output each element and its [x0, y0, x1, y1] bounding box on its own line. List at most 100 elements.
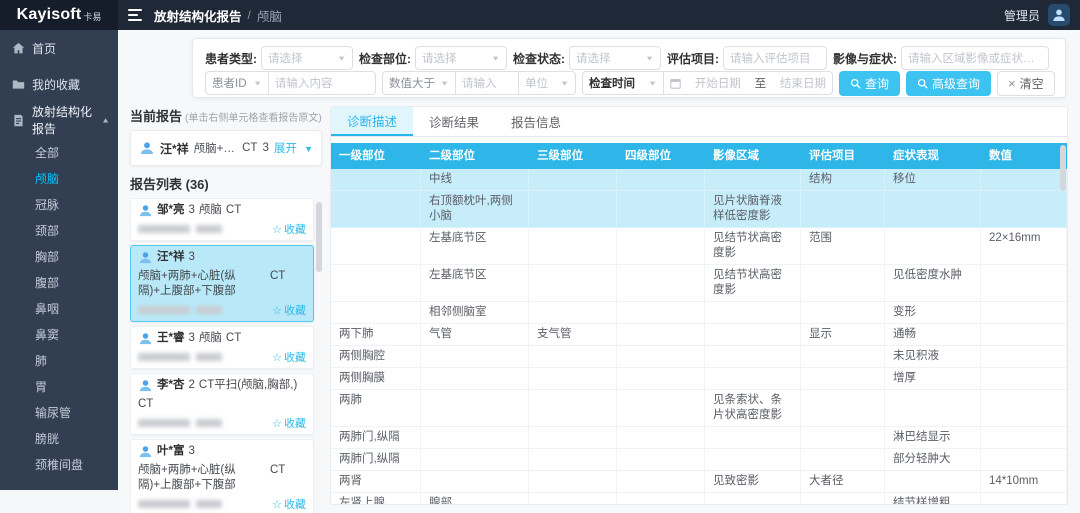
patient-avatar-icon — [138, 250, 153, 265]
table-cell — [801, 427, 885, 448]
sidebar-subitem[interactable]: 胸部 — [0, 244, 118, 270]
report-list-item[interactable]: 邹*亮3颅脑CT☆收藏 — [130, 198, 314, 241]
favorite-button[interactable]: ☆收藏 — [272, 302, 306, 318]
table-row[interactable]: 两肾见致密影大者径14*10mm — [331, 471, 1067, 493]
date-range-picker[interactable]: 开始日期 至 结束日期 — [664, 75, 832, 91]
report-list-item[interactable]: 李*杏2CT平扫(颅脑,胸部,)CT☆收藏 — [130, 373, 314, 435]
table-cell — [705, 368, 801, 389]
sidebar-subitem[interactable]: 肺 — [0, 348, 118, 374]
sidebar-item-home[interactable]: 首页 — [0, 30, 118, 66]
patient-content-input[interactable]: 请输入内容 — [269, 75, 375, 91]
table-row[interactable]: 两肺见条索状、条片状高密度影 — [331, 390, 1067, 427]
table-row[interactable]: 两侧胸腔未见积液 — [331, 346, 1067, 368]
sidebar-subitem[interactable]: 输尿管 — [0, 400, 118, 426]
sidebar-subitem[interactable]: 颈部 — [0, 218, 118, 244]
table-cell: 见结节状高密度影 — [705, 228, 801, 264]
table-row[interactable]: 左基底节区见结节状高密度影范围22×16mm — [331, 228, 1067, 265]
numeric-compare-select[interactable]: 数值大于 ▼ — [383, 72, 455, 94]
filter-select[interactable]: 请选择▼ — [569, 46, 661, 70]
folder-icon — [12, 78, 25, 91]
diagnosis-table: 一级部位二级部位三级部位四级部位影像区域评估项目症状表现数值 中线结构移位右顶额… — [331, 143, 1067, 504]
breadcrumb-separator: / — [248, 8, 251, 22]
exam-parts: 颅脑 — [199, 331, 222, 346]
table-body: 中线结构移位右顶额枕叶,两侧小脑见片状脑脊液样低密度影左基底节区见结节状高密度影… — [331, 169, 1067, 505]
search-button[interactable]: 查询 — [839, 71, 900, 96]
redacted-text — [196, 306, 222, 314]
table-cell: 两下肺 — [331, 324, 421, 345]
chevron-down-icon: ▼ — [337, 54, 346, 62]
table-row[interactable]: 两肺门,纵隔淋巴结显示 — [331, 427, 1067, 449]
sidebar-item-structured-reports[interactable]: 放射结构化报告 ▲ — [0, 102, 118, 138]
unit-select[interactable]: 单位 ▼ — [519, 72, 575, 94]
numeric-value-input[interactable]: 请输入 — [456, 75, 518, 91]
sidebar-subitem[interactable]: 颈椎间盘 — [0, 452, 118, 478]
menu-fold-icon[interactable] — [128, 9, 142, 21]
tab-item[interactable]: 报告信息 — [495, 107, 577, 136]
table-row[interactable]: 两下肺气管支气管显示通畅 — [331, 324, 1067, 346]
table-cell — [885, 390, 981, 426]
table-cell — [981, 191, 1067, 227]
current-report-card[interactable]: 汪*祥 颅脑+两肺+心... CT 3 展开 ▼ — [130, 130, 322, 166]
table-cell — [331, 302, 421, 323]
sidebar-subitem[interactable]: 胃 — [0, 374, 118, 400]
report-list-item[interactable]: 叶*富3颅脑+两肺+心脏(纵隔)+上腹部+下腹部CT ☆收藏 — [130, 439, 314, 513]
table-cell — [981, 324, 1067, 345]
numeric-filter-group: 数值大于 ▼ 请输入 单位 ▼ — [382, 71, 576, 95]
table-cell: 相邻侧脑室 — [421, 302, 529, 323]
favorite-button[interactable]: ☆收藏 — [272, 349, 306, 365]
report-list-title: 报告列表 (36) — [130, 174, 322, 193]
table-row[interactable]: 中线结构移位 — [331, 169, 1067, 191]
sidebar-subitem[interactable]: 膀胱 — [0, 426, 118, 452]
select-placeholder: 请选择 — [268, 50, 303, 66]
sidebar-item-favorites[interactable]: 我的收藏 — [0, 66, 118, 102]
report-item-summary: 叶*富3颅脑+两肺+心脏(纵隔)+上腹部+下腹部CT — [138, 444, 306, 493]
table-row[interactable]: 左肾上腺腺部结节样增粗 — [331, 493, 1067, 505]
scrollbar-thumb[interactable] — [1060, 145, 1066, 191]
table-row[interactable]: 左基底节区见结节状高密度影见低密度水肿 — [331, 265, 1067, 302]
filter-input[interactable]: 请输入区域影像或症状表现 — [901, 46, 1049, 70]
table-cell — [801, 191, 885, 227]
clear-button[interactable]: × 清空 — [997, 71, 1055, 96]
favorite-button[interactable]: ☆收藏 — [272, 415, 306, 431]
exam-time-group: 检查时间 ▼ 开始日期 至 结束日期 — [582, 71, 833, 95]
sidebar-subitem[interactable]: 颅脑 — [0, 166, 118, 192]
table-row[interactable]: 两肺门,纵隔部分轻肿大 — [331, 449, 1067, 471]
report-list-item[interactable]: 王*睿3颅脑CT☆收藏 — [130, 326, 314, 369]
chevron-down-icon: ▼ — [491, 54, 500, 62]
user-avatar[interactable] — [1048, 4, 1070, 26]
sidebar-subitem[interactable]: 冠脉 — [0, 192, 118, 218]
filter-select[interactable]: 请选择 ▼ — [261, 46, 353, 70]
table-cell — [801, 346, 885, 367]
filter-input[interactable]: 请输入评估项目 — [723, 46, 827, 70]
expand-button[interactable]: 展开 ▼ — [274, 140, 313, 156]
favorite-button[interactable]: ☆收藏 — [272, 221, 306, 237]
table-cell — [421, 390, 529, 426]
patient-id-select[interactable]: 患者ID ▼ — [206, 72, 268, 94]
sidebar-submenu: 全部颅脑冠脉颈部胸部腹部鼻咽鼻窦肺胃输尿管膀胱颈椎间盘 — [0, 138, 118, 482]
exam-time-select[interactable]: 检查时间 ▼ — [583, 72, 663, 94]
favorite-button[interactable]: ☆收藏 — [272, 496, 306, 512]
table-header-row: 一级部位二级部位三级部位四级部位影像区域评估项目症状表现数值 — [331, 143, 1067, 169]
input-placeholder: 请输入评估项目 — [730, 50, 811, 66]
table-row[interactable]: 右顶额枕叶,两侧小脑见片状脑脊液样低密度影 — [331, 191, 1067, 228]
table-cell: 见片状脑脊液样低密度影 — [705, 191, 801, 227]
table-cell: 两侧胸腔 — [331, 346, 421, 367]
table-cell — [617, 346, 705, 367]
sidebar-subitem[interactable]: 鼻窦 — [0, 322, 118, 348]
sidebar-subitem[interactable]: 鼻咽 — [0, 296, 118, 322]
tab-item[interactable]: 诊断结果 — [413, 107, 495, 136]
table-row[interactable]: 两侧胸膜增厚 — [331, 368, 1067, 390]
tab-active[interactable]: 诊断描述 — [331, 107, 413, 136]
table-cell: 通畅 — [885, 324, 981, 345]
report-count: 3 — [188, 203, 194, 218]
advanced-search-button[interactable]: 高级查询 — [906, 71, 991, 96]
report-count: 3 — [188, 331, 194, 346]
sidebar-subitem[interactable]: 腹部 — [0, 270, 118, 296]
scrollbar-thumb[interactable] — [316, 202, 322, 272]
breadcrumb-root[interactable]: 放射结构化报告 — [154, 6, 242, 25]
table-row[interactable]: 相邻侧脑室变形 — [331, 302, 1067, 324]
filter-select[interactable]: 请选择▼ — [415, 46, 507, 70]
report-list-item[interactable]: 汪*祥3颅脑+两肺+心脏(纵隔)+上腹部+下腹部CT☆收藏 — [130, 245, 314, 322]
sidebar-subitem[interactable]: 全部 — [0, 140, 118, 166]
calendar-icon — [670, 78, 681, 89]
